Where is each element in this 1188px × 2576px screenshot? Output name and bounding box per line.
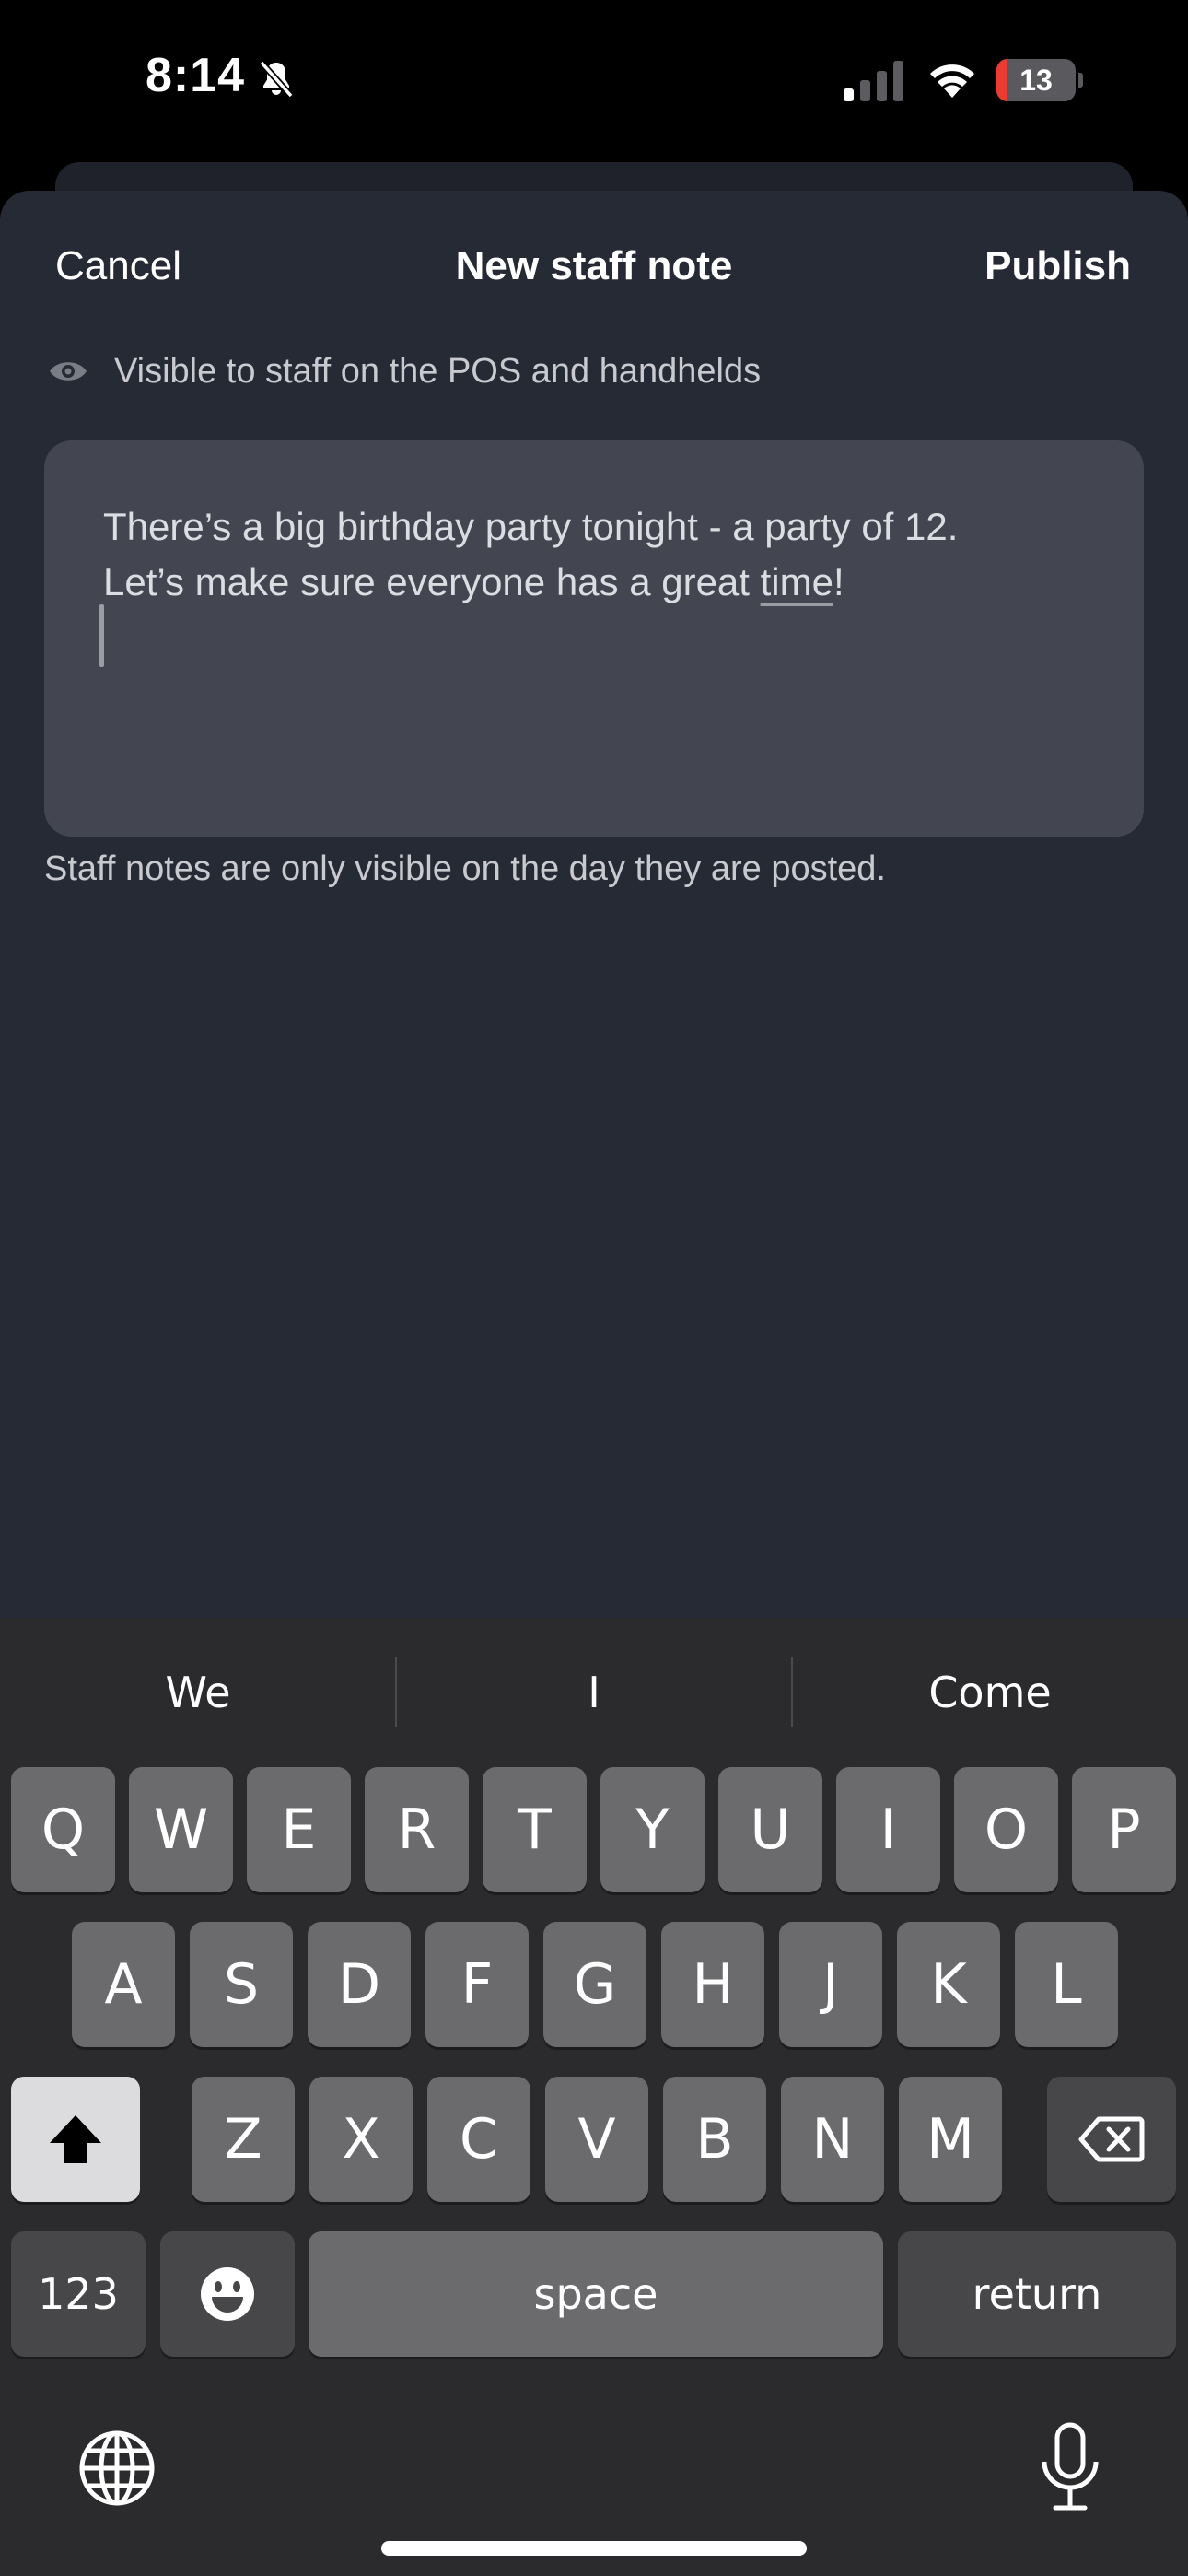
key-q[interactable]: Q [11, 1767, 115, 1892]
space-key[interactable]: space [309, 2231, 883, 2357]
key-m[interactable]: M [899, 2077, 1002, 2202]
publish-button[interactable]: Publish [984, 243, 1131, 289]
battery-icon: 13 [996, 59, 1083, 101]
eye-icon [50, 362, 87, 381]
key-u[interactable]: U [718, 1767, 822, 1892]
keyboard: We I Come Q W E R T Y U I O P A S D F G … [0, 1619, 1188, 2576]
shift-icon [50, 2115, 101, 2163]
suggestion-2[interactable]: I [396, 1619, 792, 1766]
key-p[interactable]: P [1072, 1767, 1176, 1892]
key-v[interactable]: V [545, 2077, 648, 2202]
key-k[interactable]: K [897, 1922, 1000, 2047]
key-x[interactable]: X [309, 2077, 413, 2202]
key-n[interactable]: N [781, 2077, 884, 2202]
note-line-2-prefix: Let’s make sure everyone has a great [103, 560, 761, 603]
key-s[interactable]: S [190, 1922, 293, 2047]
text-cursor [99, 604, 104, 667]
helper-text: Staff notes are only visible on the day … [44, 849, 886, 888]
key-c[interactable]: C [427, 2077, 530, 2202]
key-a[interactable]: A [72, 1922, 175, 2047]
home-indicator[interactable] [381, 2541, 807, 2556]
visibility-text: Visible to staff on the POS and handheld… [114, 351, 762, 391]
visibility-info: Visible to staff on the POS and handheld… [48, 348, 761, 394]
numbers-key[interactable]: 123 [11, 2231, 146, 2357]
key-h[interactable]: H [661, 1922, 764, 2047]
suggestion-3[interactable]: Come [792, 1619, 1188, 1766]
key-r[interactable]: R [365, 1767, 469, 1892]
battery-level: 13 [1019, 64, 1053, 97]
wifi-icon [930, 64, 974, 98]
suggestion-1[interactable]: We [0, 1619, 396, 1766]
emoji-icon [201, 2267, 254, 2321]
emoji-key[interactable] [160, 2231, 295, 2357]
cellular-signal-icon [844, 61, 903, 101]
return-key[interactable]: return [898, 2231, 1176, 2357]
predictive-text-bar: We I Come [0, 1619, 1188, 1766]
key-j[interactable]: J [779, 1922, 882, 2047]
key-l[interactable]: L [1015, 1922, 1118, 2047]
key-w[interactable]: W [129, 1767, 233, 1892]
backspace-key[interactable] [1047, 2077, 1176, 2202]
key-e[interactable]: E [247, 1767, 351, 1892]
autocorrect-word[interactable]: time [761, 560, 833, 603]
key-z[interactable]: Z [192, 2077, 295, 2202]
staff-note-sheet [0, 191, 1188, 1619]
navigation-bar: Cancel New staff note Publish [0, 238, 1188, 302]
key-b[interactable]: B [663, 2077, 766, 2202]
key-d[interactable]: D [308, 1922, 411, 2047]
key-t[interactable]: T [483, 1767, 587, 1892]
key-i[interactable]: I [836, 1767, 940, 1892]
backspace-icon [1078, 2116, 1145, 2162]
note-line-1: There’s a big birthday party tonight - a… [103, 505, 959, 548]
status-bar: 8:14 13 [0, 0, 1188, 161]
globe-icon[interactable] [77, 2429, 157, 2508]
key-f[interactable]: F [425, 1922, 529, 2047]
bell-slash-icon [259, 60, 294, 99]
microphone-icon[interactable] [1037, 2421, 1103, 2513]
note-text: There’s a big birthday party tonight - a… [103, 499, 1098, 610]
key-o[interactable]: O [954, 1767, 1058, 1892]
note-line-2-suffix: ! [833, 560, 844, 603]
note-text-area[interactable]: There’s a big birthday party tonight - a… [44, 440, 1144, 837]
key-g[interactable]: G [543, 1922, 646, 2047]
status-time: 8:14 [146, 49, 246, 102]
key-y[interactable]: Y [600, 1767, 705, 1892]
shift-key[interactable] [11, 2077, 140, 2202]
